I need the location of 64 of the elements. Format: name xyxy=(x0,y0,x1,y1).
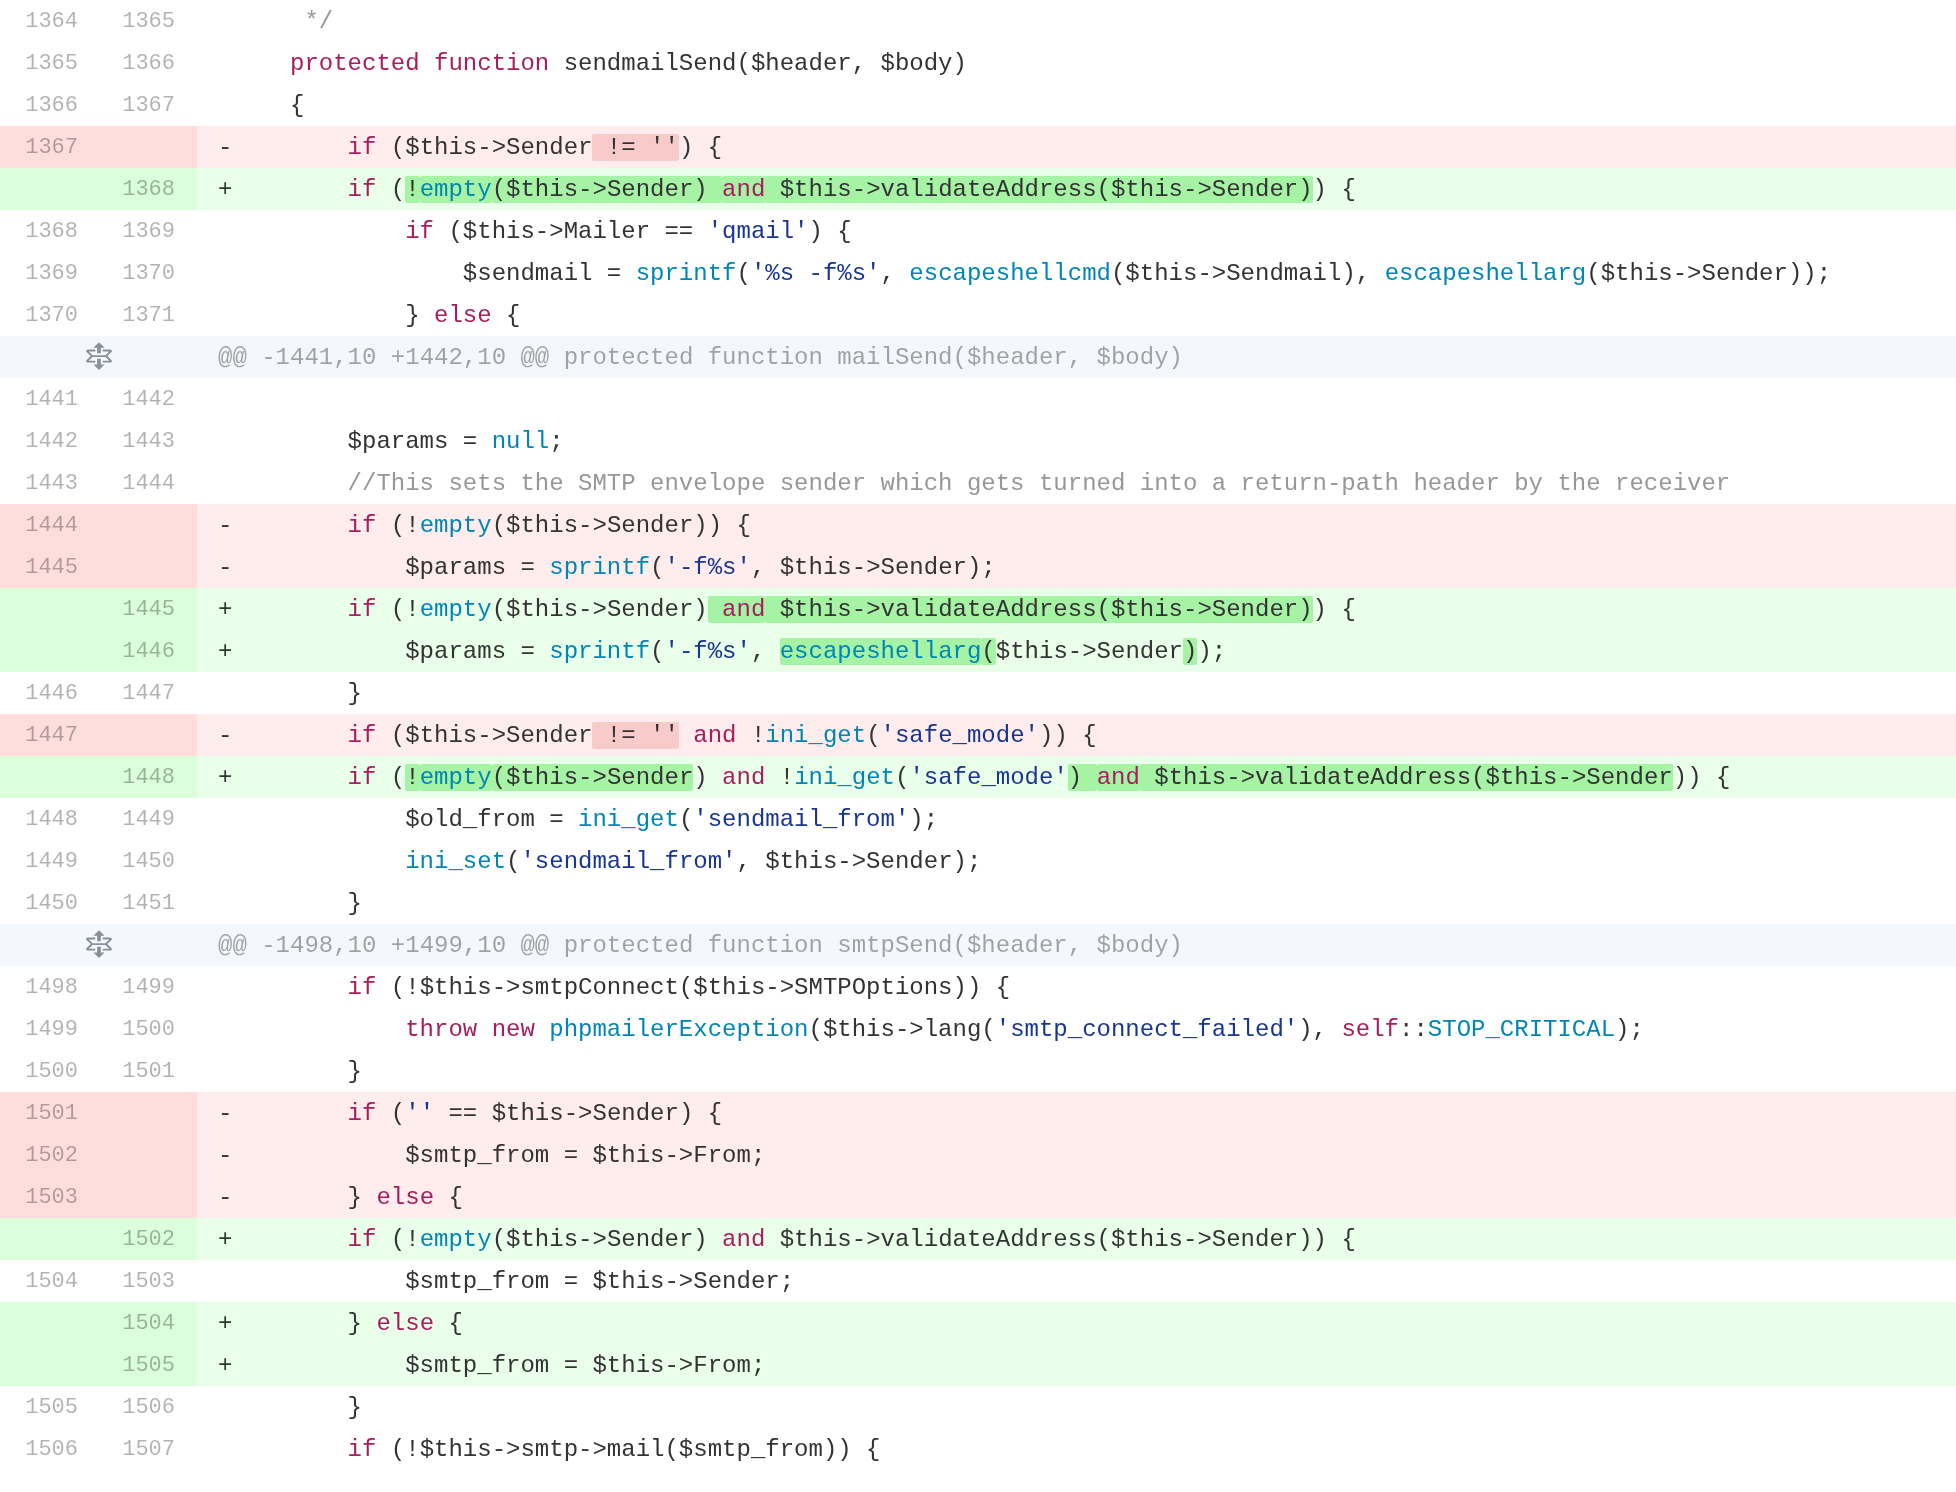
line-number: 1445 xyxy=(100,588,197,630)
code-line: $smtp_from = $this->Sender; xyxy=(404,1267,795,1295)
diff-marker: - xyxy=(218,1099,233,1127)
code-line: if ($this->Mailer == 'qmail') { xyxy=(404,217,852,245)
code-line: } xyxy=(346,1393,362,1421)
code-line: if (!$this->smtp->mail($smtp_from)) { xyxy=(346,1435,881,1463)
code-line: $smtp_from = $this->From; xyxy=(404,1141,766,1169)
diff-marker: + xyxy=(218,595,233,623)
diff-marker: + xyxy=(218,637,233,665)
code-line: $old_from = ini_get('sendmail_from'); xyxy=(404,805,939,833)
line-number: 1503 xyxy=(0,1176,100,1218)
line-number: 1448 xyxy=(100,756,197,798)
diff-marker: - xyxy=(218,553,233,581)
code-line: if (!$this->smtpConnect($this->SMTPOptions)) { xyxy=(346,973,1011,1001)
line-number: 1367 xyxy=(0,126,100,168)
diff-marker: - xyxy=(218,721,233,749)
line-number: 1504 xyxy=(100,1302,197,1344)
code-line: $smtp_from = $this->From; xyxy=(404,1351,766,1379)
code-line: if (!empty($this->Sender) and $this->validateAddress($this->Sender)) { xyxy=(346,595,1356,623)
code-line: //This sets the SMTP envelope sender which gets turned into a return-path header by the receiver xyxy=(346,469,1731,497)
code-line: { xyxy=(289,91,305,119)
code-line: $params = sprintf('-f%s', $this->Sender); xyxy=(404,553,996,581)
hunk-header: @@ -1498,10 +1499,10 @@ protected function smtpSend($header, $body) xyxy=(218,931,1183,959)
code-line: if (!empty($this->Sender) and $this->validateAddress($this->Sender)) { xyxy=(346,1225,1356,1253)
line-number: 1368 xyxy=(100,168,197,210)
line-number: 1505 xyxy=(100,1344,197,1386)
code-line: } else { xyxy=(346,1309,463,1337)
diff-marker: + xyxy=(218,1309,233,1337)
line-number: 1501 xyxy=(0,1092,100,1134)
diff-marker: + xyxy=(218,175,233,203)
code-line: if (!empty($this->Sender) and !ini_get('safe_mode') and $this->validateAddress($this->Sender)) { xyxy=(346,763,1731,791)
code-line: if (!empty($this->Sender)) { xyxy=(346,511,751,539)
code-line: } xyxy=(346,1057,362,1085)
code-line: $params = null; xyxy=(346,427,564,455)
unfold-icon[interactable] xyxy=(85,342,112,372)
diff-marker: + xyxy=(218,1351,233,1379)
code-line: if ($this->Sender != '' and !ini_get('safe_mode')) { xyxy=(346,721,1097,749)
code-line: ini_set('sendmail_from', $this->Sender); xyxy=(404,847,982,875)
code-line: $sendmail = sprintf('%s -f%s', escapeshellcmd($this->Sendmail), escapeshellarg($this->Sender)); xyxy=(461,259,1832,287)
diff-marker: + xyxy=(218,763,233,791)
code-line: $params = sprintf('-f%s', escapeshellarg($this->Sender)); xyxy=(404,637,1227,665)
hunk-header: @@ -1441,10 +1442,10 @@ protected function mailSend($header, $body) xyxy=(218,343,1183,371)
line-number: 1502 xyxy=(0,1134,100,1176)
unfold-icon[interactable] xyxy=(85,930,112,960)
code-line: } else { xyxy=(346,1183,463,1211)
code-line: } xyxy=(346,889,362,917)
line-number: 1447 xyxy=(0,714,100,756)
code-line: } else { xyxy=(404,301,521,329)
code-line: if (!empty($this->Sender) and $this->validateAddress($this->Sender)) { xyxy=(346,175,1356,203)
code-line: */ xyxy=(303,7,334,35)
line-number: 1444 xyxy=(0,504,100,546)
code-line: } xyxy=(346,679,362,707)
line-number: 1445 xyxy=(0,546,100,588)
diff-marker: - xyxy=(218,1141,233,1169)
diff-marker: - xyxy=(218,1183,233,1211)
diff-marker: - xyxy=(218,133,233,161)
code-line: throw new phpmailerException($this->lang('smtp_connect_failed'), self::STOP_CRITICAL); xyxy=(404,1015,1644,1043)
code-line: if ('' == $this->Sender) { xyxy=(346,1099,723,1127)
diff-marker: - xyxy=(218,511,233,539)
line-number: 1446 xyxy=(100,630,197,672)
code-line: if ($this->Sender != '') { xyxy=(346,133,723,161)
diff-marker: + xyxy=(218,1225,233,1253)
line-number: 1502 xyxy=(100,1218,197,1260)
code-line: protected function sendmailSend($header, $body) xyxy=(289,49,967,77)
